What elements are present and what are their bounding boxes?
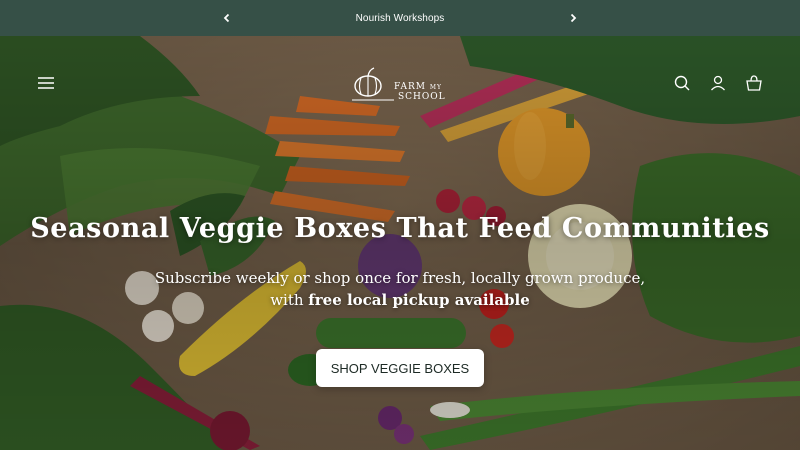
announcement-bar: Nourish Workshops	[0, 0, 800, 36]
pumpkin-logo-icon	[352, 67, 394, 101]
announcement-text[interactable]: Nourish Workshops	[356, 13, 445, 24]
chevron-right-icon[interactable]	[564, 9, 582, 27]
search-icon[interactable]	[672, 73, 692, 93]
cart-icon[interactable]	[744, 73, 764, 93]
site-logo[interactable]: FARM MY SCHOOL	[350, 60, 460, 106]
menu-icon[interactable]	[36, 73, 56, 93]
account-icon[interactable]	[708, 73, 728, 93]
logo-text-farm: FARM MY	[394, 82, 442, 92]
shop-veggie-boxes-button[interactable]: SHOP VEGGIE BOXES	[316, 349, 484, 387]
hero-subtitle: Subscribe weekly or shop once for fresh,…	[0, 267, 800, 311]
hero-title: Seasonal Veggie Boxes That Feed Communit…	[30, 213, 770, 244]
hero-subtitle-emphasis: free local pickup available	[308, 291, 530, 309]
hero-subtitle-line1: Subscribe weekly or shop once for fresh,…	[154, 269, 646, 287]
chevron-left-icon[interactable]	[218, 9, 236, 27]
hero-subtitle-line2: with free local pickup available	[0, 289, 800, 311]
hero-subtitle-prefix: with	[270, 291, 309, 309]
logo-text-school: SCHOOL	[398, 92, 446, 102]
